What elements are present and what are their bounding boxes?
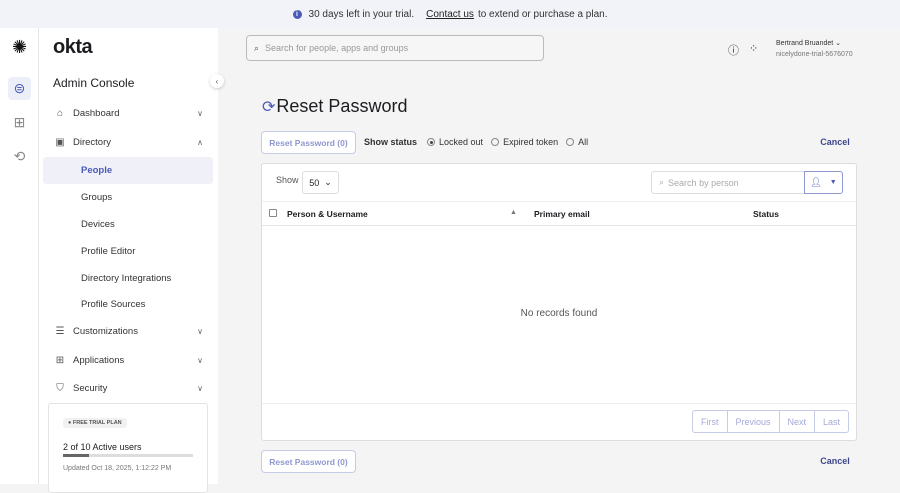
reset-password-button-bottom[interactable]: Reset Password (0) [261, 450, 356, 473]
next-page-button[interactable]: Next [778, 411, 815, 432]
sidebar: okta Admin Console ⌂ Dashboard ∨ ▣ Director… [39, 28, 218, 493]
empty-message: No records found [520, 308, 598, 319]
workflow-icon[interactable]: ⟲ [8, 145, 31, 168]
sidebar-item-profile-editor[interactable]: Profile Editor [43, 238, 213, 265]
add-apps-icon[interactable]: ⊞ [8, 111, 31, 134]
page-title: ⟳Reset Password [262, 96, 408, 116]
app-rail: ✺ ⊜ ⊞ ⟲ [0, 28, 39, 484]
select-all-checkbox[interactable] [269, 209, 277, 217]
column-email[interactable]: Primary email [534, 209, 590, 219]
sidebar-item-directory[interactable]: ▣ Directory ∧ [43, 129, 213, 156]
chevron-down-icon: ⌄ [835, 40, 842, 47]
first-page-button[interactable]: First [693, 411, 727, 432]
chevron-down-icon: ∨ [197, 384, 203, 393]
cancel-button-top[interactable]: Cancel [811, 131, 859, 153]
applications-icon: ⊞ [55, 355, 65, 366]
updated-timestamp: Updated Oct 18, 2025, 1:12:22 PM [63, 465, 172, 472]
sidebar-item-security[interactable]: ⛉ Security ∨ [43, 375, 213, 402]
results-panel: Show 50 ⌄ ⌕ Search by person 👤︎ ▼ Person & … [261, 163, 857, 441]
radio-expired-token[interactable]: Expired token [491, 137, 558, 147]
sidebar-item-groups[interactable]: Groups [43, 184, 213, 211]
sidebar-item-profile-sources[interactable]: Profile Sources [43, 291, 213, 318]
sidebar-item-dashboard[interactable]: ⌂ Dashboard ∨ [43, 100, 213, 127]
user-menu[interactable]: Bertrand Bruandet ⌄ nicelydone-trial-5676… [776, 38, 853, 60]
person-search-input[interactable]: ⌕ Search by person [651, 171, 805, 194]
chevron-down-icon: ∨ [197, 327, 203, 336]
active-users: 2 of 10 Active users [63, 442, 142, 452]
shield-icon: ⛉ [56, 383, 64, 394]
sidebar-item-customizations[interactable]: ☰ Customizations ∨ [43, 318, 213, 345]
chevron-down-icon: ∨ [197, 356, 203, 365]
trial-badge: ● FREE TRIAL PLAN [63, 418, 127, 428]
last-page-button[interactable]: Last [814, 411, 848, 432]
info-icon: i [292, 9, 302, 19]
column-person[interactable]: Person & Username [287, 209, 368, 219]
column-status[interactable]: Status [753, 209, 779, 219]
status-filter: Show status Locked out Expired token All [364, 137, 589, 147]
global-search-input[interactable]: ⌕ Search for people, apps and groups [246, 35, 544, 61]
person-filter-dropdown[interactable]: 👤︎ ▼ [804, 171, 843, 194]
person-icon: 👤︎ [810, 177, 822, 187]
table-header: Person & Username ▲ Primary email Status [262, 201, 856, 226]
radio-all[interactable]: All [566, 137, 588, 147]
trial-plan-card: ● FREE TRIAL PLAN 2 of 10 Active users U… [48, 403, 208, 493]
okta-logo: okta [53, 36, 93, 58]
sidebar-item-people[interactable]: People [43, 157, 213, 184]
admin-toggle-icon[interactable]: ⊜ [8, 77, 31, 100]
sidebar-item-applications[interactable]: ⊞ Applications ∨ [43, 347, 213, 374]
reset-password-button-top[interactable]: Reset Password (0) [261, 131, 356, 154]
contact-us-link[interactable]: Contact us [426, 9, 474, 20]
okta-sunburst-icon: ✺ [11, 37, 28, 57]
pagination: First Previous Next Last [692, 410, 850, 433]
home-icon: ⌂ [56, 108, 64, 119]
page-size-select[interactable]: 50 ⌄ [302, 171, 339, 194]
apps-grid-icon[interactable]: ⁘ [749, 42, 758, 55]
search-icon: ⌕ [659, 177, 665, 187]
radio-locked-out[interactable]: Locked out [427, 137, 483, 147]
sort-asc-icon[interactable]: ▲ [510, 209, 517, 216]
users-progress [63, 454, 193, 457]
console-title: Admin Console [53, 76, 135, 90]
sidebar-item-directory-integrations[interactable]: Directory Integrations [43, 265, 213, 292]
chevron-down-icon: ⌄ [324, 177, 332, 187]
trial-banner: i 30 days left in your trial. Contact us… [0, 0, 900, 28]
cancel-button-bottom[interactable]: Cancel [811, 450, 859, 472]
help-icon[interactable]: ⓘ [728, 42, 739, 58]
directory-icon: ▣ [55, 137, 65, 148]
caret-down-icon: ▼ [829, 179, 837, 186]
search-icon: ⌕ [254, 42, 260, 53]
customizations-icon: ☰ [55, 326, 65, 337]
refresh-icon: ⟳ [262, 99, 276, 116]
previous-page-button[interactable]: Previous [726, 411, 779, 432]
chevron-down-icon: ∨ [197, 109, 203, 118]
collapse-sidebar-button[interactable]: ‹ [210, 74, 224, 88]
sidebar-item-devices[interactable]: Devices [43, 211, 213, 238]
chevron-up-icon: ∧ [197, 138, 203, 147]
